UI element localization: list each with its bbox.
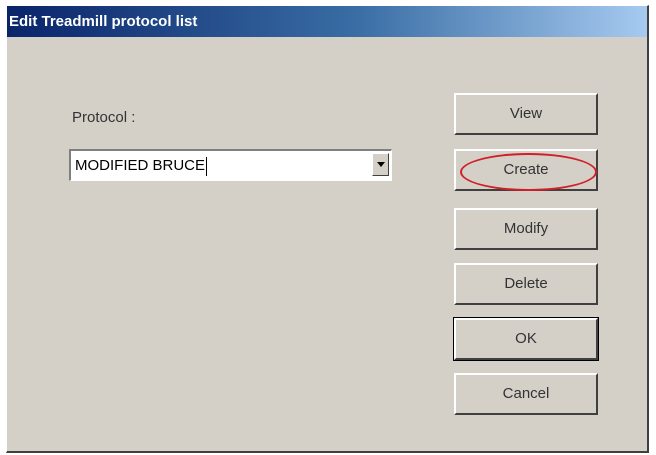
edit-protocol-dialog: Edit Treadmill protocol list Protocol : … xyxy=(6,5,649,453)
protocol-value-text: MODIFIED BRUCE xyxy=(75,157,206,174)
protocol-label: Protocol : xyxy=(72,109,136,126)
modify-button[interactable]: Modify xyxy=(454,208,598,250)
view-button[interactable]: View xyxy=(454,93,598,135)
protocol-dropdown-button[interactable] xyxy=(372,153,389,176)
text-caret xyxy=(206,156,208,176)
chevron-down-icon xyxy=(377,162,385,167)
protocol-combobox[interactable]: MODIFIED BRUCE xyxy=(69,149,392,181)
dialog-title: Edit Treadmill protocol list xyxy=(7,6,647,37)
create-button[interactable]: Create xyxy=(454,149,598,191)
protocol-value[interactable]: MODIFIED BRUCE xyxy=(75,151,208,180)
delete-button[interactable]: Delete xyxy=(454,263,598,305)
ok-button[interactable]: OK xyxy=(453,317,599,361)
cancel-button[interactable]: Cancel xyxy=(454,373,598,415)
